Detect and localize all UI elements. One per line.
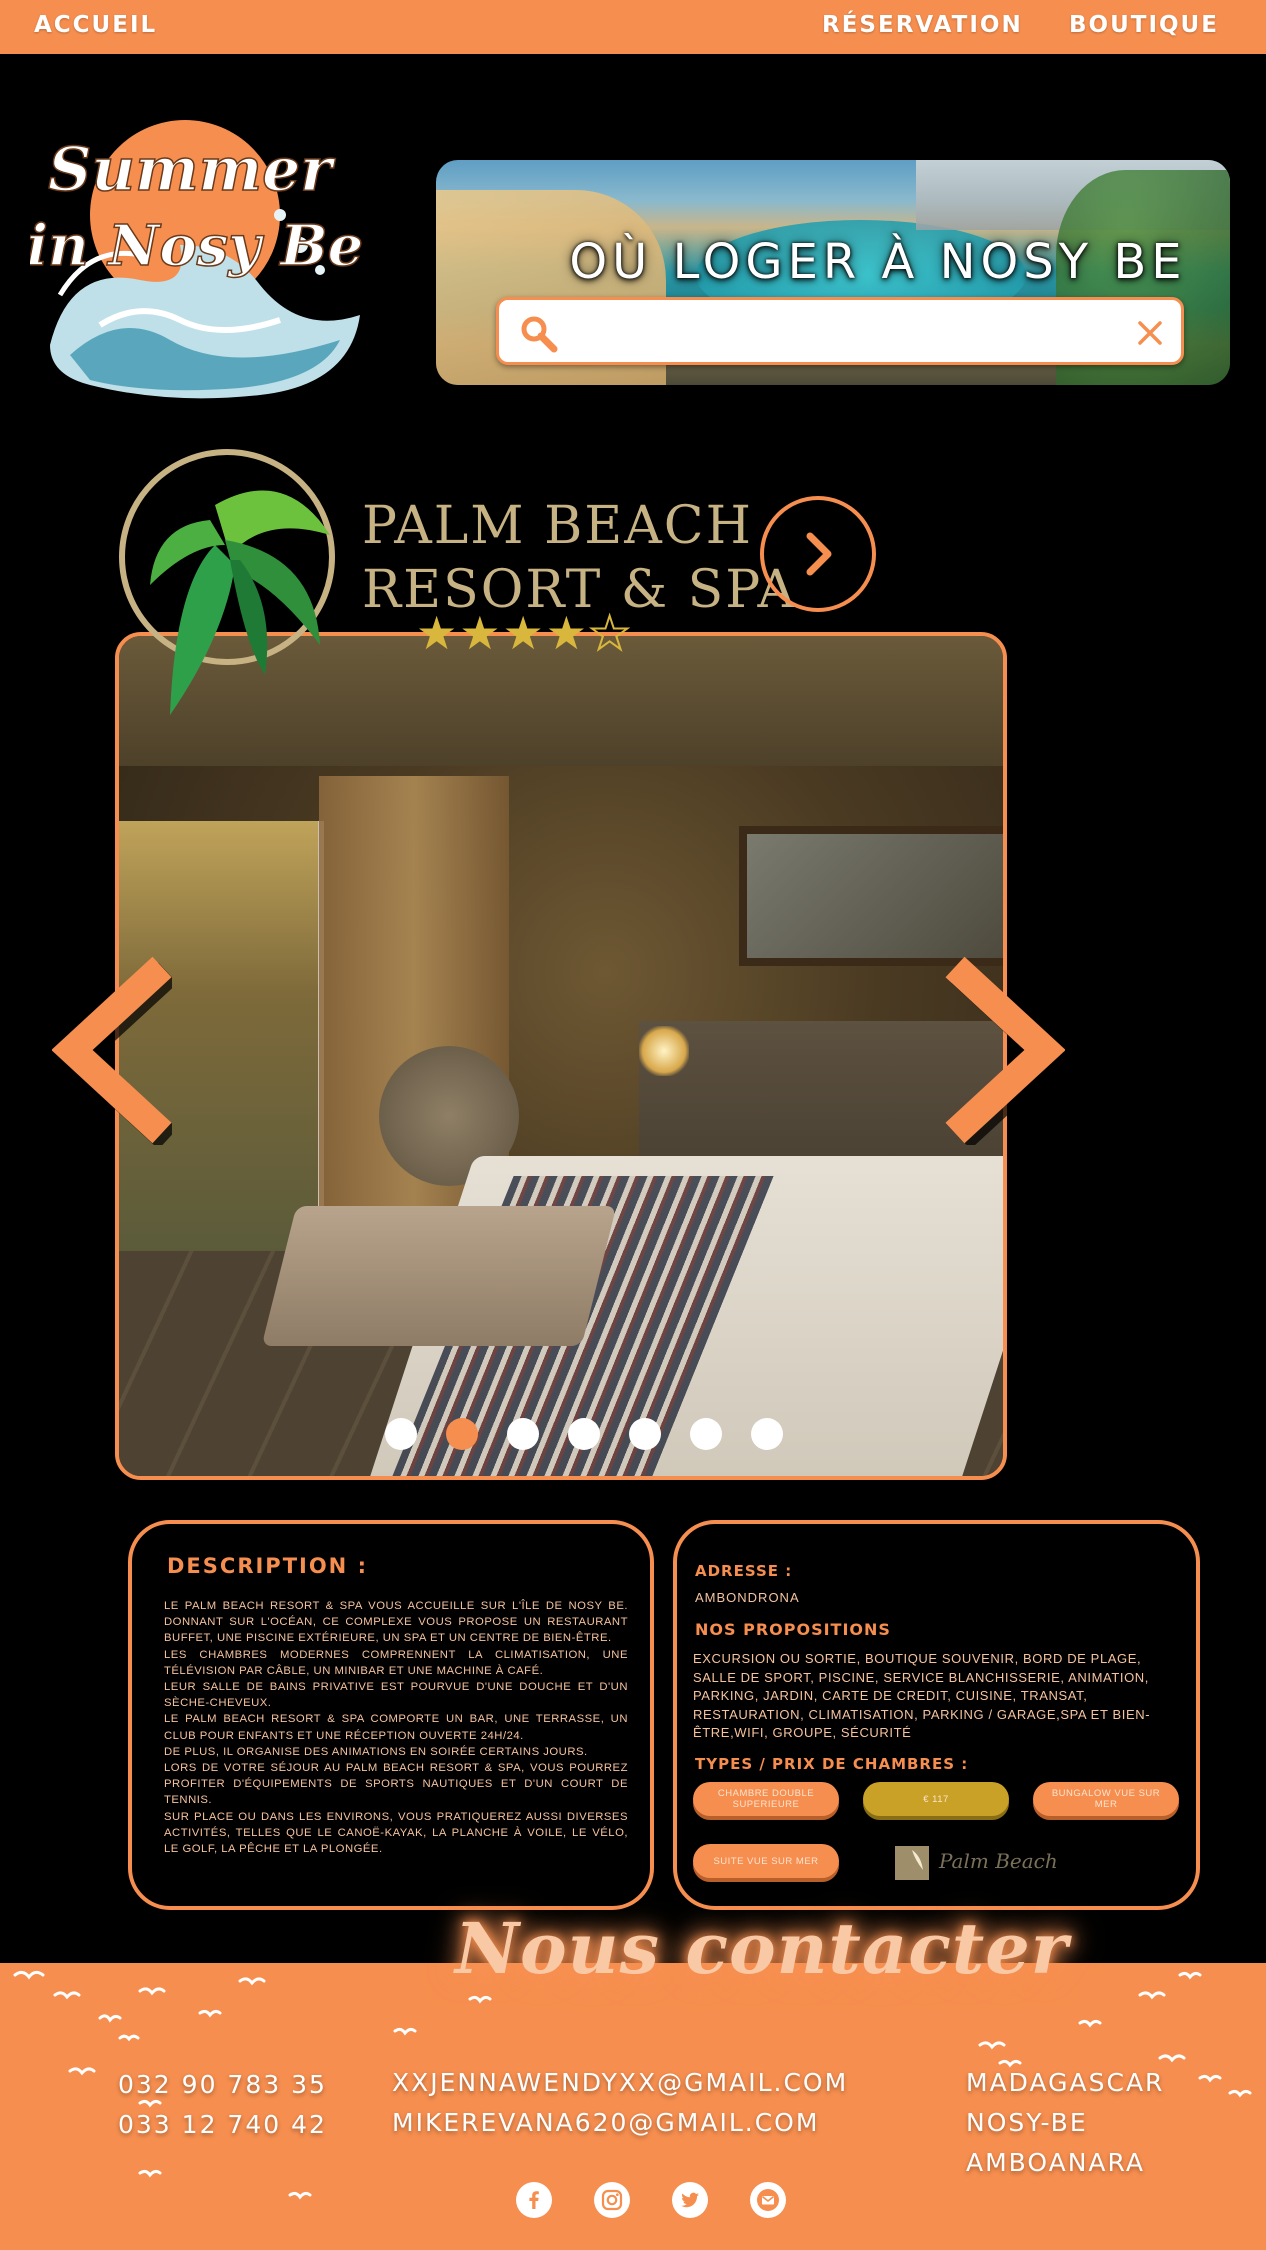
description-paragraph-1: Le Palm Beach Resort & Spa vous accueill… [164, 1600, 628, 1645]
nav-boutique-link[interactable]: BOUTIQUE [1069, 12, 1219, 38]
facebook-icon[interactable] [516, 2182, 552, 2218]
logo-line1: Summer [48, 135, 336, 205]
logo-line2: in Nosy Be [30, 213, 363, 279]
gallery-dot-4[interactable] [568, 1418, 600, 1450]
hero-title: OÙ LOGER À NOSY BE [569, 234, 1187, 290]
location: MADAGASCAR NOSY-BE AMBOANARA [966, 2063, 1164, 2183]
email-addresses: XXJENNAWENDYXX@GMAIL.COM MIKEREVANA620@G… [392, 2063, 848, 2143]
hotel-info-panel: ADRESSE : AMBONDRONA NOS PROPOSITIONS EX… [673, 1520, 1200, 1910]
description-paragraph-3: Leur salle de bains privative est pourvu… [164, 1681, 628, 1710]
gallery-dot-7[interactable] [751, 1418, 783, 1450]
description-paragraph-5: De plus, il organise des animations en s… [164, 1745, 588, 1758]
hotel-photo-gallery[interactable] [115, 632, 1007, 1480]
room-suite-button[interactable]: SUITE VUE SUR MER [693, 1844, 839, 1878]
mail-icon[interactable] [750, 2182, 786, 2218]
star-empty-icon: ★ [588, 607, 633, 659]
hotel-name: PALM BEACH RESORT & SPA [362, 494, 797, 622]
logo-graphic: Summer in Nosy Be [26, 120, 364, 399]
email-2[interactable]: MIKEREVANA620@GMAIL.COM [392, 2103, 848, 2143]
location-country: MADAGASCAR [966, 2068, 1165, 2097]
gallery-prev-arrow-icon[interactable] [52, 955, 172, 1145]
gallery-pagination [385, 1418, 783, 1450]
social-links [516, 2182, 786, 2218]
description-title: DESCRIPTION : [167, 1554, 368, 1578]
palm-leaf-icon [119, 449, 335, 715]
palm-beach-mini-logo: Palm Beach [895, 1846, 1058, 1880]
top-nav: ACCUEIL RÉSERVATION BOUTIQUE [0, 0, 1266, 54]
phone-2[interactable]: 033 12 740 42 [118, 2105, 327, 2145]
description-paragraph-6: Lors de votre séjour au Palm Beach Resor… [164, 1762, 628, 1807]
search-bar[interactable] [496, 297, 1184, 365]
search-input[interactable] [575, 310, 1115, 354]
address-value: AMBONDRONA [695, 1590, 800, 1605]
gallery-photo-lamp [639, 1026, 689, 1076]
instagram-icon[interactable] [594, 2182, 630, 2218]
palm-beach-emblem [115, 445, 340, 720]
description-text: Le Palm Beach Resort & Spa vous accueill… [164, 1598, 628, 1857]
contact-title: Nous contacter [455, 1907, 1069, 1990]
description-paragraph-7: Sur place ou dans les environs, vous pra… [164, 1810, 628, 1856]
hotel-name-line1: PALM BEACH [362, 496, 753, 556]
room-bungalow-button[interactable]: BUNGALOW VUE SUR MER [1033, 1782, 1179, 1816]
gallery-dot-6[interactable] [690, 1418, 722, 1450]
description-paragraph-2: Les chambres modernes comprennent la cli… [164, 1648, 628, 1677]
gallery-dot-2-active[interactable] [446, 1418, 478, 1450]
location-island: NOSY-BE [966, 2108, 1088, 2137]
proposals-label: NOS PROPOSITIONS [695, 1620, 891, 1639]
location-town: AMBOANARA [966, 2148, 1145, 2177]
gallery-photo-bench [261, 1206, 617, 1346]
chevron-right-icon [806, 532, 832, 576]
summer-in-nosy-be-logo[interactable]: Summer in Nosy Be [26, 95, 370, 410]
search-icon[interactable] [519, 314, 559, 354]
hero-banner: OÙ LOGER À NOSY BE [436, 160, 1230, 385]
room-double-superieure-button[interactable]: CHAMBRE DOUBLE SUPERIEURE [693, 1782, 839, 1816]
proposals-list: EXCURSION OU SORTIE, BOUTIQUE SOUVENIR, … [693, 1651, 1151, 1741]
twitter-icon[interactable] [672, 2182, 708, 2218]
hotel-star-rating: ★★★★★ [416, 607, 633, 659]
nav-accueil-link[interactable]: ACCUEIL [34, 12, 157, 38]
star-filled-icons: ★★★★ [416, 607, 589, 659]
address-label: ADRESSE : [695, 1562, 793, 1580]
room-price-badge[interactable]: € 117 [863, 1782, 1009, 1816]
mini-logo-text: Palm Beach [938, 1849, 1058, 1873]
next-hotel-button[interactable] [760, 496, 876, 612]
nav-reservation-link[interactable]: RÉSERVATION [822, 12, 1023, 38]
gallery-dot-5[interactable] [629, 1418, 661, 1450]
gallery-next-arrow-icon[interactable] [945, 955, 1065, 1145]
gallery-dot-3[interactable] [507, 1418, 539, 1450]
room-types-label: TYPES / PRIX DE CHAMBRES : [695, 1755, 969, 1773]
gallery-photo-mirror [739, 826, 1003, 966]
description-paragraph-4: Le Palm Beach Resort & Spa comporte un b… [164, 1713, 628, 1742]
description-panel: DESCRIPTION : Le Palm Beach Resort & Spa… [128, 1520, 654, 1910]
phone-1[interactable]: 032 90 783 35 [118, 2065, 327, 2105]
email-1[interactable]: XXJENNAWENDYXX@GMAIL.COM [392, 2063, 848, 2103]
gallery-dot-1[interactable] [385, 1418, 417, 1450]
close-icon[interactable] [1135, 318, 1165, 348]
phone-numbers: 032 90 783 35 033 12 740 42 [118, 2065, 327, 2145]
